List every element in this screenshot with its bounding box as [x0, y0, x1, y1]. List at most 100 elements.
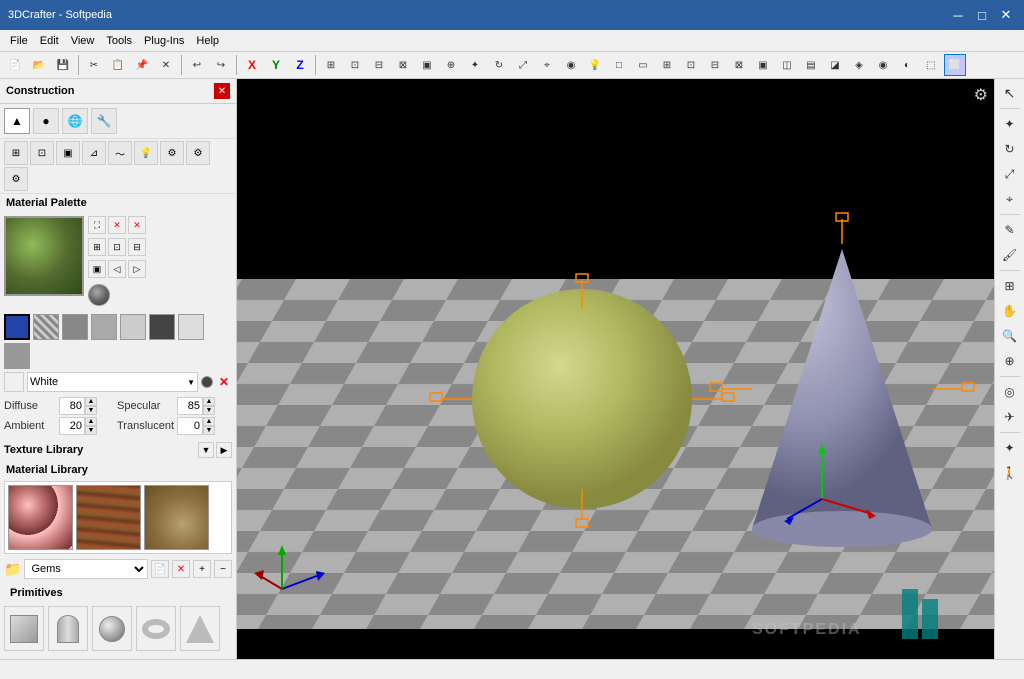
lib-delete-btn[interactable]: ✕ [172, 560, 190, 578]
tb-cam5[interactable]: ⊟ [704, 54, 726, 76]
palette-icon2[interactable]: ◁ [108, 260, 126, 278]
tb-y-axis[interactable]: Y [265, 54, 287, 76]
subtab-cube3d[interactable]: ▣ [56, 141, 80, 165]
menu-tools[interactable]: Tools [100, 33, 138, 49]
swatch-light[interactable] [178, 314, 204, 340]
tb-cut[interactable]: ✂ [83, 54, 105, 76]
tab-tools[interactable]: 🔧 [91, 108, 117, 134]
menu-edit[interactable]: Edit [34, 33, 65, 49]
translucent-up[interactable]: ▲ [203, 417, 215, 426]
filter-icon[interactable]: ⛶ [88, 216, 106, 234]
tb-scale[interactable]: ⤢ [512, 54, 534, 76]
panel-close-button[interactable]: ✕ [214, 83, 230, 99]
tb-view6[interactable]: ⊕ [440, 54, 462, 76]
tb-extra3[interactable]: ▤ [800, 54, 822, 76]
rt-extra1[interactable]: ✦ [998, 436, 1022, 460]
swatch-dark[interactable] [149, 314, 175, 340]
tb-copy[interactable]: 📋 [107, 54, 129, 76]
tb-extra1[interactable]: ▣ [752, 54, 774, 76]
lib-page-icon[interactable]: 📄 [151, 560, 169, 578]
tb-undo[interactable]: ↩ [186, 54, 208, 76]
subtab-box[interactable]: ⊞ [4, 141, 28, 165]
texture-lib-up[interactable]: ▶ [216, 442, 232, 458]
menu-help[interactable]: Help [190, 33, 225, 49]
subtab-light[interactable]: 💡 [134, 141, 158, 165]
tb-extra7[interactable]: ◐ [896, 54, 918, 76]
primitive-cylinder[interactable] [48, 606, 88, 651]
current-color-swatch[interactable] [4, 372, 24, 392]
tb-view1[interactable]: ⊞ [320, 54, 342, 76]
palette-icon3[interactable]: ▷ [128, 260, 146, 278]
rt-orbit[interactable]: ◎ [998, 380, 1022, 404]
specular-down[interactable]: ▼ [203, 406, 215, 415]
rt-pen[interactable]: ✎ [998, 218, 1022, 242]
tab-arrow[interactable]: ▲ [4, 108, 30, 134]
tb-view4[interactable]: ⊠ [392, 54, 414, 76]
rt-paint[interactable]: 🖌 [998, 243, 1022, 267]
palette-clear-btn[interactable]: ✕ [108, 216, 126, 234]
tb-cam4[interactable]: ⊡ [680, 54, 702, 76]
tb-x-axis[interactable]: X [241, 54, 263, 76]
ambient-up[interactable]: ▲ [85, 417, 97, 426]
rt-select[interactable]: ↖ [998, 81, 1022, 105]
tb-select[interactable]: ⌖ [536, 54, 558, 76]
tb-extra8[interactable]: ⬚ [920, 54, 942, 76]
rt-fly[interactable]: ✈ [998, 405, 1022, 429]
diffuse-up[interactable]: ▲ [85, 397, 97, 406]
tab-material[interactable]: 🌐 [62, 108, 88, 134]
palette-grid1[interactable]: ⊞ [88, 238, 106, 256]
swatch-gray3[interactable] [120, 314, 146, 340]
diffuse-down[interactable]: ▼ [85, 406, 97, 415]
tb-light[interactable]: 💡 [584, 54, 606, 76]
tb-save[interactable]: 💾 [52, 54, 74, 76]
rt-zoom[interactable]: 🔍 [998, 324, 1022, 348]
thumb-wood[interactable] [76, 485, 141, 550]
primitive-cube[interactable] [4, 606, 44, 651]
texture-lib-down[interactable]: ▼ [198, 442, 214, 458]
swatch-blue[interactable] [4, 314, 30, 340]
swatch-gray1[interactable] [62, 314, 88, 340]
menu-view[interactable]: View [65, 33, 101, 49]
rt-deform[interactable]: ⌖ [998, 187, 1022, 211]
tb-view5[interactable]: ▣ [416, 54, 438, 76]
ambient-down[interactable]: ▼ [85, 426, 97, 435]
translucent-down[interactable]: ▼ [203, 426, 215, 435]
primitive-cone[interactable] [180, 606, 220, 651]
palette-icon1[interactable]: ▣ [88, 260, 106, 278]
primitive-sphere[interactable] [92, 606, 132, 651]
specular-up[interactable]: ▲ [203, 397, 215, 406]
primitive-torus[interactable] [136, 606, 176, 651]
tb-move[interactable]: ✦ [464, 54, 486, 76]
subtab-face[interactable]: ⊡ [30, 141, 54, 165]
translucent-value[interactable]: 0 [177, 417, 203, 435]
lib-add-btn[interactable]: + [193, 560, 211, 578]
menu-file[interactable]: File [4, 33, 34, 49]
minimize-button[interactable]: ─ [948, 5, 968, 25]
rt-scale[interactable]: ⤢ [998, 162, 1022, 186]
tab-color[interactable]: ● [33, 108, 59, 134]
color-clear-btn[interactable]: ✕ [216, 374, 232, 390]
tb-cam1[interactable]: □ [608, 54, 630, 76]
rt-grab[interactable]: ✋ [998, 299, 1022, 323]
specular-value[interactable]: 85 [177, 397, 203, 415]
subtab-curve[interactable]: 〜 [108, 141, 132, 165]
tb-redo[interactable]: ↪ [210, 54, 232, 76]
subtab-gear1[interactable]: ⚙ [160, 141, 184, 165]
palette-grid3[interactable]: ⊟ [128, 238, 146, 256]
lib-minus-btn[interactable]: − [214, 560, 232, 578]
subtab-gear3[interactable]: ⚙ [4, 167, 28, 191]
viewport[interactable]: SOFTPEDIA ⚙ [237, 79, 994, 659]
subtab-path[interactable]: ⊿ [82, 141, 106, 165]
subtab-gear2[interactable]: ⚙ [186, 141, 210, 165]
tb-extra5[interactable]: ◈ [848, 54, 870, 76]
tb-cam3[interactable]: ⊞ [656, 54, 678, 76]
tb-active[interactable]: ⬜ [944, 54, 966, 76]
rt-connect[interactable]: ⊞ [998, 274, 1022, 298]
tb-new[interactable]: 📄 [4, 54, 26, 76]
rt-person[interactable]: 🚶 [998, 461, 1022, 485]
tb-z-axis[interactable]: Z [289, 54, 311, 76]
menu-plugins[interactable]: Plug-Ins [138, 33, 190, 49]
maximize-button[interactable]: □ [972, 5, 992, 25]
thumb-gems[interactable] [8, 485, 73, 550]
tb-delete[interactable]: ✕ [155, 54, 177, 76]
